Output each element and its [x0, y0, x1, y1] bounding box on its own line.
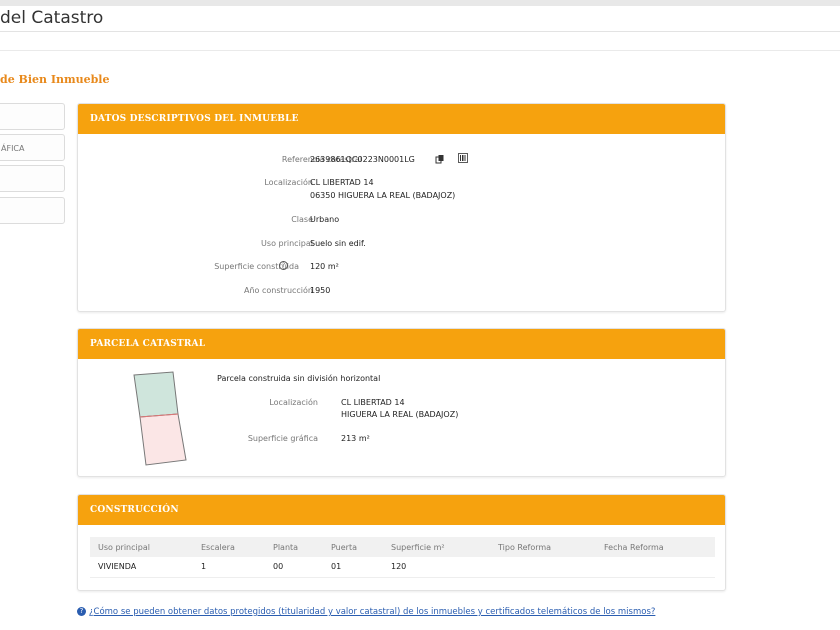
table-cell: 120 [383, 557, 490, 578]
barcode-icon[interactable] [458, 153, 468, 163]
ano-construccion-value: 1950 [310, 286, 331, 295]
table-cell: 1 [193, 557, 265, 578]
page-header: del Catastro [0, 6, 840, 32]
localizacion-label: Localización [264, 178, 313, 187]
column-header: Uso principal [90, 537, 193, 557]
table-cell: 01 [323, 557, 383, 578]
table-cell: 00 [265, 557, 323, 578]
datos-descriptivos-panel: DATOS DESCRIPTIVOS DEL INMUEBLE Referenc… [77, 103, 726, 312]
table-cell [596, 557, 715, 578]
help-icon[interactable]: ? [279, 261, 288, 270]
parcel-map-image[interactable] [128, 369, 190, 469]
parcela-panel-heading: PARCELA CATASTRAL [78, 329, 725, 359]
footer-link-text: ¿Cómo se pueden obtener datos protegidos… [89, 607, 656, 617]
table-header-row: Uso principal Escalera Planta Puerta Sup… [90, 537, 715, 557]
page-title: del Catastro [0, 8, 104, 28]
column-header: Puerta [323, 537, 383, 557]
column-header: Superficie m² [383, 537, 490, 557]
copy-icon[interactable] [435, 154, 445, 164]
localizacion-line1: CL LIBERTAD 14 [310, 178, 374, 187]
parcela-localizacion-line2: HIGUERA LA REAL (BADAJOZ) [341, 410, 459, 419]
sidebar-item-label: ÁFICA [1, 144, 25, 153]
clase-value: Urbano [310, 215, 340, 224]
parcela-localizacion-line1: CL LIBERTAD 14 [341, 398, 405, 407]
datos-protegidos-link[interactable]: ? ¿Cómo se pueden obtener datos protegido… [77, 607, 655, 617]
sidebar-item-4[interactable] [0, 197, 65, 224]
construccion-table: Uso principal Escalera Planta Puerta Sup… [90, 537, 715, 578]
superficie-grafica-label: Superficie gráfica [247, 434, 318, 443]
sidebar-item-1[interactable] [0, 103, 65, 130]
parcela-catastral-panel: PARCELA CATASTRAL Parcela construida sin… [77, 328, 726, 477]
superficie-construida-value: 120 m² [310, 262, 339, 271]
localizacion-line2: 06350 HIGUERA LA REAL (BADAJOZ) [310, 191, 456, 200]
parcela-subtitle: Parcela construida sin división horizont… [217, 374, 381, 383]
column-header: Escalera [193, 537, 265, 557]
sidebar-item-3[interactable] [0, 165, 65, 192]
divider [0, 50, 840, 51]
superficie-grafica-value: 213 m² [341, 434, 370, 443]
uso-principal-value: Suelo sin edif. [310, 239, 366, 248]
section-title: de Bien Inmueble [0, 73, 110, 86]
column-header: Planta [265, 537, 323, 557]
table-row: VIVIENDA 1 00 01 120 [90, 557, 715, 578]
ref-catastral-value: 2639861QC0223N0001LG [310, 155, 415, 164]
sidebar-item-cartografica[interactable]: ÁFICA [0, 134, 65, 161]
question-icon: ? [77, 607, 86, 616]
table-cell: VIVIENDA [90, 557, 193, 578]
ano-construccion-label: Año construcción [244, 286, 313, 295]
column-header: Fecha Reforma [596, 537, 715, 557]
table-cell [490, 557, 596, 578]
uso-principal-label: Uso principal [261, 239, 313, 248]
column-header: Tipo Reforma [490, 537, 596, 557]
construccion-panel: CONSTRUCCIÓN Uso principal Escalera Plan… [77, 494, 726, 591]
parcela-localizacion-label: Localización [269, 398, 318, 407]
construccion-panel-heading: CONSTRUCCIÓN [78, 495, 725, 525]
datos-panel-heading: DATOS DESCRIPTIVOS DEL INMUEBLE [78, 104, 725, 134]
